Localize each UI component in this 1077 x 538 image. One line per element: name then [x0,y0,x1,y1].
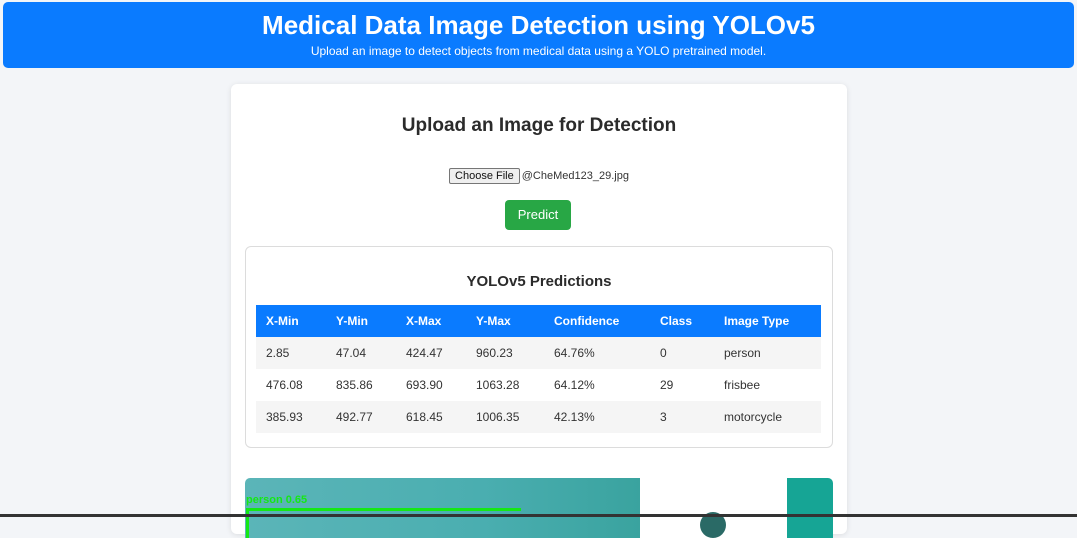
table-cell: 424.47 [406,346,443,360]
table-cell: 835.86 [336,378,373,392]
table-cell: 1006.35 [476,410,520,424]
table-cell: 1063.28 [476,378,520,392]
table-cell: motorcycle [724,410,783,424]
table-cell: 0 [660,346,667,360]
predictions-heading: YOLOv5 Predictions [466,273,612,290]
upload-card: Upload an Image for Detection Choose Fil… [231,84,847,538]
table-cell: 960.23 [476,346,513,360]
table-cell: 492.77 [336,410,373,424]
table-row: 385.93 492.77 618.45 1006.35 42.13% 3 mo… [256,401,821,433]
column-header: Confidence [554,314,620,328]
selected-file-name: @CheMed123_29.jpg [521,170,629,182]
table-cell: 385.93 [266,410,303,424]
image-background [787,478,833,538]
file-input-row: Choose File @CheMed123_29.jpg [231,168,847,184]
upload-heading: Upload an Image for Detection [401,115,677,136]
page-header: Medical Data Image Detection using YOLOv… [3,2,1074,68]
table-cell: 693.90 [406,378,443,392]
table-row: 476.08 835.86 693.90 1063.28 64.12% 29 f… [256,369,821,401]
column-header: X-Min [266,314,299,328]
table-cell: frisbee [724,378,761,392]
table-cell: 2.85 [266,346,290,360]
table-cell: 42.13% [554,410,595,424]
table-cell: 47.04 [336,346,367,360]
column-header: Image Type [724,314,790,328]
table-cell: 64.76% [554,346,595,360]
page-subtitle: Upload an image to detect objects from m… [310,44,767,58]
table-cell: 3 [660,410,667,424]
table-cell: 618.45 [406,410,443,424]
predictions-panel: YOLOv5 Predictions X-Min Y-Min X-Max Y-M… [245,246,833,448]
column-header: Y-Min [336,314,368,328]
table-header-row: X-Min Y-Min X-Max Y-Max Confidence Class… [256,305,821,337]
table-cell: person [724,346,761,360]
choose-file-button[interactable]: Choose File [449,168,520,184]
table-cell: 29 [660,378,674,392]
page-title: Medical Data Image Detection using YOLOv… [262,10,815,40]
table-row: 2.85 47.04 424.47 960.23 64.76% 0 person [256,337,821,369]
detection-bounding-box [246,508,521,538]
table-cell: 476.08 [266,378,303,392]
column-header: Y-Max [476,314,511,328]
detection-label: person 0.65 [246,494,308,506]
detection-result-image: person 0.65 [245,478,833,538]
table-cell: 64.12% [554,378,595,392]
column-header: X-Max [406,314,442,328]
column-header: Class [660,314,693,328]
predictions-table: X-Min Y-Min X-Max Y-Max Confidence Class… [256,305,821,433]
predict-button[interactable]: Predict [505,200,571,230]
